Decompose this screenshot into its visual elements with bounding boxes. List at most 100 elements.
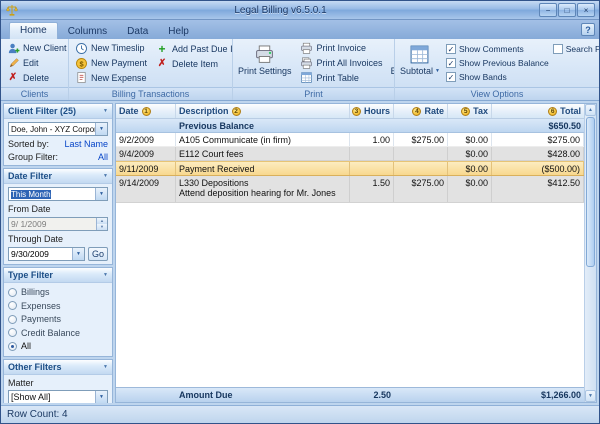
table-row[interactable]: 9/14/2009 L330 Depositions Attend deposi… bbox=[116, 176, 584, 203]
table-row-payment-highlight[interactable]: 9/11/2009 Payment Received $0.00 ($500.0… bbox=[116, 161, 584, 176]
print-all-invoices-button[interactable]: Print All Invoices bbox=[298, 56, 385, 71]
table-header-row: Date1 Description2 3Hours 4Rate 5Tax bbox=[116, 104, 584, 119]
print-settings-button[interactable]: Print Settings bbox=[236, 41, 294, 85]
scroll-up-icon[interactable]: ▲ bbox=[585, 104, 596, 116]
column-number-badge: 3 bbox=[352, 107, 361, 116]
close-icon: × bbox=[584, 6, 589, 15]
email-invoice-button[interactable]: EMail Invoice bbox=[389, 41, 394, 85]
new-expense-button[interactable]: New Expense bbox=[72, 70, 149, 85]
group-filter-label: Group Filter: bbox=[8, 152, 58, 162]
client-filter-header[interactable]: Client Filter (25) ▼ bbox=[4, 104, 112, 119]
tab-columns[interactable]: Columns bbox=[58, 24, 117, 39]
radio-all[interactable]: All bbox=[8, 340, 108, 353]
date-filter-header[interactable]: Date Filter ▼ bbox=[4, 169, 112, 184]
column-header-tax[interactable]: 5Tax bbox=[448, 104, 492, 118]
radio-all-label: All bbox=[21, 341, 31, 351]
tab-data[interactable]: Data bbox=[117, 24, 158, 39]
table-row[interactable]: 9/2/2009 A105 Communicate (in firm) 1.00… bbox=[116, 133, 584, 147]
minimize-button[interactable]: − bbox=[539, 3, 557, 17]
radio-expenses-label: Expenses bbox=[21, 301, 61, 311]
collapse-chevron-icon[interactable]: ▼ bbox=[103, 108, 108, 114]
checkbox-icon: ✓ bbox=[446, 44, 456, 54]
column-number-badge: 2 bbox=[232, 107, 241, 116]
print-table-button[interactable]: Print Table bbox=[298, 70, 385, 85]
app-icon bbox=[5, 3, 19, 17]
previous-balance-band[interactable]: Previous Balance $650.50 bbox=[116, 119, 584, 133]
subtotal-dropdown-icon[interactable]: ▼ bbox=[435, 68, 440, 74]
other-filters-header[interactable]: Other Filters ▼ bbox=[4, 360, 112, 375]
print-table-label: Print Table bbox=[317, 73, 359, 83]
new-payment-button[interactable]: $ New Payment bbox=[72, 56, 149, 71]
matter-label: Matter bbox=[8, 378, 108, 388]
from-date-input[interactable]: 9/ 1/2009 ▲▼ bbox=[8, 217, 108, 231]
print-settings-label: Print Settings bbox=[238, 66, 292, 76]
show-comments-checkbox[interactable]: ✓ Show Comments bbox=[446, 43, 549, 55]
from-date-label: From Date bbox=[8, 204, 108, 214]
date-spinner[interactable]: ▲▼ bbox=[96, 218, 107, 230]
date-preset-select[interactable]: This Month ▼ bbox=[8, 187, 108, 201]
maximize-button[interactable]: □ bbox=[558, 3, 576, 17]
radio-expenses[interactable]: Expenses bbox=[8, 300, 108, 313]
radio-icon bbox=[8, 301, 17, 310]
dropdown-arrow-icon[interactable]: ▼ bbox=[95, 391, 107, 403]
main-area: Client Filter (25) ▼ Doe, John - XYZ Cor… bbox=[1, 101, 599, 405]
scroll-down-icon[interactable]: ▼ bbox=[585, 390, 596, 402]
tab-help[interactable]: Help bbox=[158, 24, 199, 39]
sorted-by-link[interactable]: Last Name bbox=[64, 139, 108, 149]
radio-credit-balance[interactable]: Credit Balance bbox=[8, 327, 108, 340]
delete-button[interactable]: ✗ Delete bbox=[4, 70, 68, 85]
vertical-scrollbar[interactable]: ▲ ▼ bbox=[584, 104, 596, 402]
print-invoice-button[interactable]: Print Invoice bbox=[298, 41, 385, 56]
delete-item-label: Delete Item bbox=[172, 59, 218, 69]
collapse-chevron-icon[interactable]: ▼ bbox=[103, 364, 108, 370]
amount-due-hours: 2.50 bbox=[350, 389, 394, 402]
from-date-value: 9/ 1/2009 bbox=[9, 219, 96, 229]
delete-item-button[interactable]: ✗ Delete Item bbox=[153, 56, 232, 71]
dropdown-arrow-icon[interactable]: ▼ bbox=[95, 123, 107, 135]
dropdown-arrow-icon[interactable]: ▼ bbox=[72, 248, 84, 260]
through-date-input[interactable]: 9/30/2009 ▼ bbox=[8, 247, 85, 261]
plus-icon: + bbox=[155, 42, 169, 56]
coin-dollar-icon: $ bbox=[74, 56, 88, 70]
new-client-label: New Client bbox=[23, 43, 67, 53]
column-header-rate[interactable]: 4Rate bbox=[394, 104, 448, 118]
show-previous-balance-label: Show Previous Balance bbox=[459, 58, 549, 68]
edit-pencil-icon bbox=[6, 56, 20, 70]
radio-payments[interactable]: Payments bbox=[8, 313, 108, 326]
new-client-button[interactable]: New Client bbox=[4, 41, 68, 56]
column-header-total[interactable]: 6Total bbox=[492, 104, 584, 118]
column-header-description[interactable]: Description2 bbox=[176, 104, 350, 118]
column-header-date[interactable]: Date1 bbox=[116, 104, 176, 118]
show-bands-checkbox[interactable]: ✓ Show Bands bbox=[446, 71, 549, 83]
dropdown-arrow-icon[interactable]: ▼ bbox=[95, 188, 107, 200]
client-select[interactable]: Doe, John - XYZ Corporation ▼ bbox=[8, 122, 108, 136]
group-label-print: Print bbox=[233, 87, 394, 100]
table-row[interactable]: 9/4/2009 E112 Court fees $0.00 $428.00 bbox=[116, 147, 584, 161]
edit-label: Edit bbox=[23, 58, 39, 68]
scrollbar-thumb[interactable] bbox=[586, 117, 595, 267]
printer-table-icon bbox=[300, 71, 314, 85]
radio-billings[interactable]: Billings bbox=[8, 286, 108, 299]
go-button[interactable]: Go bbox=[88, 247, 108, 261]
type-filter-header[interactable]: Type Filter ▼ bbox=[4, 268, 112, 283]
tab-home[interactable]: Home bbox=[9, 22, 58, 39]
help-button[interactable]: ? bbox=[581, 23, 595, 36]
search-footer-checkbox[interactable]: ✓ Search Footer bbox=[553, 43, 599, 55]
collapse-chevron-icon[interactable]: ▼ bbox=[103, 272, 108, 278]
matter-select[interactable]: [Show All] ▼ bbox=[8, 390, 108, 404]
client-select-value: Doe, John - XYZ Corporation bbox=[9, 125, 95, 134]
column-number-badge: 5 bbox=[461, 107, 470, 116]
ribbon-group-view-options: Subtotal▼ ✓ Show Comments ✓ Show Previou… bbox=[395, 39, 599, 100]
column-header-hours[interactable]: 3Hours bbox=[350, 104, 394, 118]
add-past-due-interest-button[interactable]: + Add Past Due Interest bbox=[153, 41, 232, 56]
group-filter-link[interactable]: All bbox=[98, 152, 108, 162]
close-button[interactable]: × bbox=[577, 3, 595, 17]
edit-button[interactable]: Edit bbox=[4, 56, 68, 71]
subtotal-button[interactable]: Subtotal▼ bbox=[398, 41, 442, 85]
row-description-line1: L330 Depositions bbox=[179, 178, 346, 188]
scrollbar-track[interactable] bbox=[585, 116, 596, 390]
checkbox-icon: ✓ bbox=[553, 44, 563, 54]
show-previous-balance-checkbox[interactable]: ✓ Show Previous Balance bbox=[446, 57, 549, 69]
new-timeslip-button[interactable]: New Timeslip bbox=[72, 41, 149, 56]
collapse-chevron-icon[interactable]: ▼ bbox=[103, 173, 108, 179]
